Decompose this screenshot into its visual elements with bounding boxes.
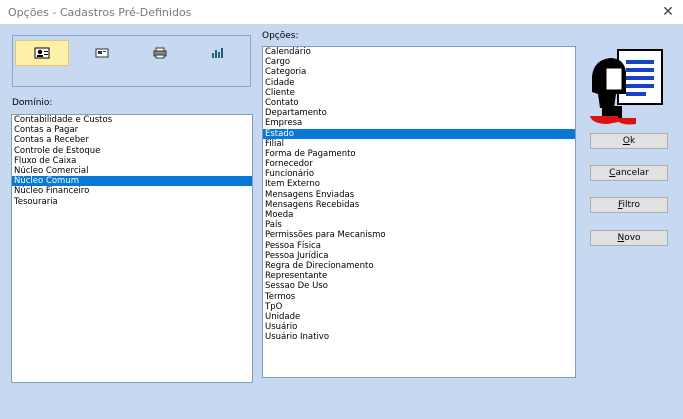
list-item[interactable]: Controle de Estoque	[12, 146, 252, 156]
dominio-label: Domínio:	[12, 98, 53, 108]
user-card-icon	[34, 47, 50, 59]
list-item[interactable]: Contas a Receber	[12, 135, 252, 145]
list-item[interactable]: Moeda	[263, 210, 575, 220]
list-item[interactable]: Usuário Inativo	[263, 332, 575, 342]
dominio-list[interactable]: Contabilidade e Custos Contas a Pagar Cont…	[11, 114, 253, 383]
list-item[interactable]: Contato	[263, 98, 575, 108]
close-button[interactable]: ✕	[653, 0, 683, 24]
chart-button[interactable]	[191, 40, 245, 66]
toolbar	[12, 35, 251, 87]
list-item[interactable]: Permissões para Mecanismo	[263, 230, 575, 240]
list-item[interactable]: Sessao De Uso	[263, 281, 575, 291]
list-item[interactable]: Tesouraria	[12, 197, 252, 207]
ok-button[interactable]: Ok	[590, 133, 668, 149]
filtro-button-rest: iltro	[622, 200, 641, 210]
list-item[interactable]: Regra de Direcionamento	[263, 261, 575, 271]
card-icon	[95, 48, 109, 58]
list-item[interactable]: Item Externo	[263, 179, 575, 189]
list-item[interactable]: Termos	[263, 292, 575, 302]
list-item[interactable]: Cargo	[263, 57, 575, 67]
list-item[interactable]: Estado	[263, 128, 575, 139]
list-item[interactable]: Cidade	[263, 78, 575, 88]
list-item[interactable]: Filial	[263, 139, 575, 149]
list-item[interactable]: Cliente	[263, 88, 575, 98]
list-item[interactable]: Pessoa Jurídica	[263, 251, 575, 261]
list-item[interactable]: Fornecedor	[263, 159, 575, 169]
printer-icon	[153, 47, 167, 59]
list-item[interactable]: Usuário	[263, 322, 575, 332]
list-item[interactable]: Unidade	[263, 312, 575, 322]
list-item[interactable]: Contabilidade e Custos	[12, 115, 252, 125]
cancelar-button-rest: ancelar	[615, 168, 649, 178]
list-item[interactable]: Fluxo de Caixa	[12, 156, 252, 166]
list-item[interactable]: Mensagens Enviadas	[263, 190, 575, 200]
list-item[interactable]: Categoria	[263, 67, 575, 77]
print-button[interactable]	[133, 40, 187, 66]
card-button[interactable]	[75, 40, 129, 66]
filtro-button[interactable]: Filtro	[590, 197, 668, 213]
novo-button[interactable]: Novo	[590, 230, 668, 246]
list-item[interactable]: Calendário	[263, 47, 575, 57]
ok-button-mnemonic: O	[622, 136, 630, 146]
list-item[interactable]: Núcleo Financeiro	[12, 186, 252, 196]
user-card-button[interactable]	[15, 40, 69, 66]
list-item[interactable]: Forma de Pagamento	[263, 149, 575, 159]
list-item[interactable]: Mensagens Recebidas	[263, 200, 575, 210]
list-item[interactable]: Empresa	[263, 118, 575, 128]
opcoes-list[interactable]: Calendário Cargo Categoria Cidade Cliente Con…	[262, 46, 576, 378]
list-item[interactable]: TpO	[263, 302, 575, 312]
list-item[interactable]: Núcleo Comercial	[12, 166, 252, 176]
cancelar-button[interactable]: Cancelar	[590, 165, 668, 181]
list-item[interactable]: Funcionário	[263, 169, 575, 179]
list-item[interactable]: Pessoa Física	[263, 241, 575, 251]
list-item[interactable]: Representante	[263, 271, 575, 281]
ok-button-rest: k	[629, 136, 636, 146]
opcoes-label: Opções:	[262, 31, 299, 41]
list-item[interactable]: País	[263, 220, 575, 230]
title-bar: Opções - Cadastros Pré-Definidos ✕	[0, 0, 683, 25]
mascot-document-icon	[590, 49, 663, 125]
list-item[interactable]: Departamento	[263, 108, 575, 118]
list-item[interactable]: Contas a Pagar	[12, 125, 252, 135]
chart-icon	[212, 48, 223, 58]
window-title: Opções - Cadastros Pré-Definidos	[8, 6, 192, 19]
list-item[interactable]: Núcleo Comum	[12, 176, 252, 187]
novo-button-rest: ovo	[624, 233, 641, 243]
